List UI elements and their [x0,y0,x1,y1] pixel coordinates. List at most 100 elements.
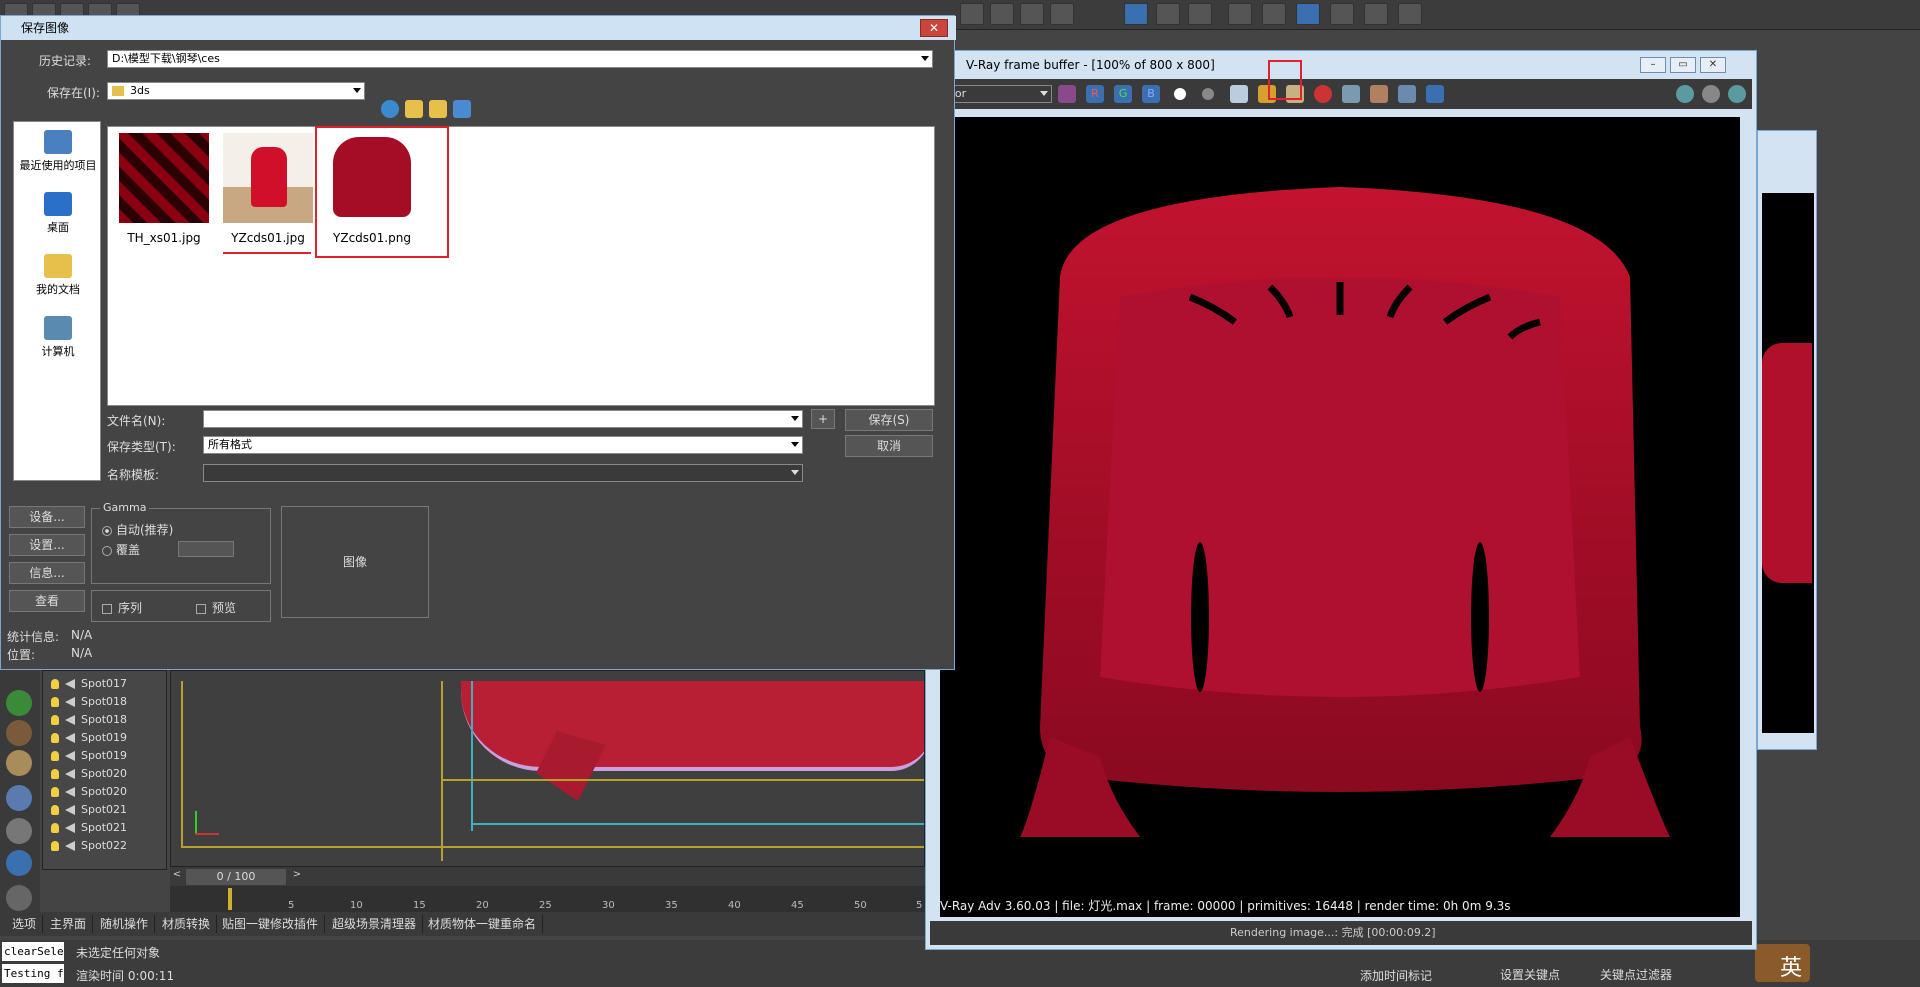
prev-frame-button[interactable]: < [170,869,184,885]
increment-button[interactable]: + [811,409,835,429]
maxscript-listener-field[interactable]: clearSele [2,942,64,961]
toolbar-icon[interactable] [1262,3,1286,25]
list-item[interactable]: Spot019 [51,729,127,747]
list-item[interactable]: Spot017 [51,675,127,693]
filetype-select[interactable]: 所有格式 [203,436,803,454]
toolbar-icon[interactable] [990,3,1014,25]
hair-icon[interactable] [6,720,32,746]
clear-image-icon[interactable] [1314,85,1332,103]
preview-checkbox[interactable]: 预览 [196,599,236,616]
toolbar-icon[interactable] [1124,3,1148,25]
tab-material-rename[interactable]: 材质物体一键重命名 [422,915,544,933]
toolbar-icon[interactable] [1050,3,1074,25]
list-item[interactable]: Spot018 [51,693,127,711]
back-icon[interactable] [381,100,399,118]
save-image-icon[interactable] [1230,85,1248,103]
time-slider[interactable]: < 0 / 100 > [170,866,925,886]
toolbar-icon[interactable] [1228,3,1252,25]
place-desktop[interactable]: 桌面 [14,192,102,235]
list-item[interactable]: Spot021 [51,801,127,819]
history-icon[interactable] [1426,85,1444,103]
place-recent[interactable]: 最近使用的项目 [14,130,102,173]
track-mouse-icon[interactable] [1370,85,1388,103]
stats-value: N/A [71,628,93,642]
region-render-icon[interactable] [1398,85,1416,103]
red-channel-button[interactable]: R [1086,85,1104,103]
shell-icon[interactable] [6,750,32,776]
tab-random-ops[interactable]: 随机操作 [94,915,156,933]
tab-scene-cleaner[interactable]: 超级场景清理器 [326,915,424,933]
list-item[interactable]: Spot022 [51,837,127,855]
color-channel-icon[interactable] [1058,85,1076,103]
toolbar-icon[interactable] [1188,3,1212,25]
tab-material-convert[interactable]: 材质转换 [156,915,218,933]
render-teapot-icon[interactable] [1296,3,1320,25]
globe-icon[interactable] [6,850,32,876]
toolbar-icon[interactable] [1020,3,1044,25]
tab-options[interactable]: 选项 [6,915,44,933]
tool-icon[interactable] [6,818,32,844]
cancel-button[interactable]: 取消 [845,435,933,457]
tab-main-ui[interactable]: 主界面 [44,915,94,933]
maxscript-output-field[interactable]: Testing f [2,964,64,983]
green-channel-button[interactable]: G [1114,85,1132,103]
maximize-button[interactable]: ▭ [1670,57,1696,73]
info-button[interactable]: 信息... [9,562,85,584]
render-stop-icon[interactable] [1702,85,1720,103]
list-item[interactable]: Spot018 [51,711,127,729]
viewport-model [461,681,924,771]
toolbar-icon[interactable] [1156,3,1180,25]
copy-to-frame-icon[interactable] [1342,85,1360,103]
plant-icon[interactable] [6,690,32,716]
sequence-checkbox[interactable]: 序列 [102,599,142,616]
file-list[interactable]: TH_xs01.jpg YZcds01.jpg YZcds01.png [107,126,935,406]
viewport-perspective[interactable] [170,670,925,870]
preview-label: 预览 [212,601,237,615]
list-item[interactable]: Spot020 [51,765,127,783]
save-button[interactable]: 保存(S) [845,409,933,431]
key-filters-button[interactable]: 关键点过滤器 [1600,966,1672,983]
render-teapot-icon[interactable] [1330,3,1354,25]
toolbar-icon[interactable] [1398,3,1422,25]
gamma-override-radio[interactable]: 覆盖 [102,541,140,558]
ime-indicator[interactable]: 英 [1780,950,1802,982]
close-button[interactable]: ✕ [1700,57,1726,73]
add-time-tag-button[interactable]: 添加时间标记 [1360,967,1432,984]
list-item[interactable]: Spot021 [51,819,127,837]
tab-texture-plugin[interactable]: 贴图一键修改插件 [216,915,326,933]
device-button[interactable]: 设备... [9,506,85,528]
view-button[interactable]: 查看 [9,590,85,612]
place-documents[interactable]: 我的文档 [14,254,102,297]
list-item[interactable]: Spot019 [51,747,127,765]
file-name: TH_xs01.jpg [127,231,201,245]
blue-channel-button[interactable]: B [1142,85,1160,103]
render-teapot-icon[interactable] [1728,85,1746,103]
new-folder-icon[interactable] [429,100,447,118]
render-teapot-icon[interactable] [1364,3,1388,25]
file-item[interactable]: TH_xs01.jpg [114,133,214,245]
list-item[interactable]: Spot020 [51,783,127,801]
set-key-button[interactable]: 设置关键点 [1500,966,1560,983]
next-frame-button[interactable]: > [290,869,304,885]
track-bar[interactable]: 5 10 15 20 25 30 35 40 45 50 5 [170,886,925,912]
toolbar-icon[interactable] [960,3,984,25]
tool-icon[interactable] [6,885,32,911]
render-teapot-icon[interactable] [1676,85,1694,103]
gamma-value-spinner[interactable] [178,541,234,557]
up-folder-icon[interactable] [405,100,423,118]
save-in-select[interactable]: 3ds [107,82,365,100]
setup-button[interactable]: 设置... [9,534,85,556]
place-computer[interactable]: 计算机 [14,316,102,359]
close-button[interactable]: ✕ [920,19,948,37]
gamma-auto-radio[interactable]: 自动(推荐) [102,521,173,538]
view-menu-icon[interactable] [453,100,471,118]
template-select[interactable] [203,464,803,482]
file-item[interactable]: YZcds01.jpg [218,133,318,245]
time-slider-thumb[interactable]: 0 / 100 [186,869,286,885]
minimize-button[interactable]: – [1640,57,1666,73]
history-select[interactable]: D:\模型下载\钢琴\ces [107,50,933,68]
sphere-icon[interactable] [6,785,32,811]
filename-input[interactable] [203,410,803,428]
mono-icon[interactable] [1202,88,1214,100]
alpha-icon[interactable] [1174,88,1186,100]
